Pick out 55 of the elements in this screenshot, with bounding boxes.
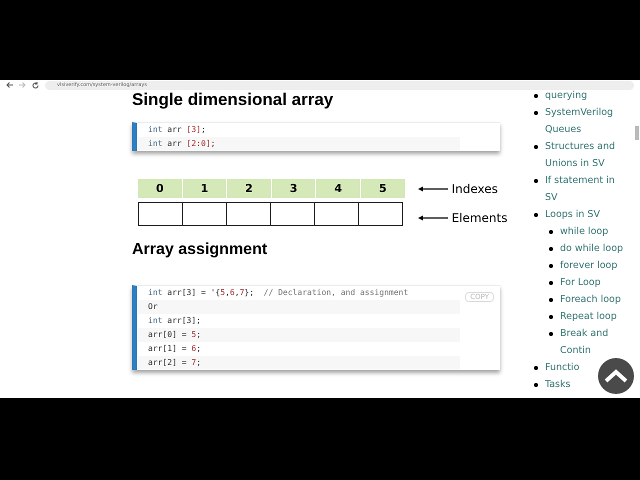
code-line: int arr[3] = '{5,6,7}; // Declaration, and assignment — [147, 287, 410, 299]
diagram-label: Elements — [452, 210, 508, 224]
element-cell — [314, 202, 358, 226]
section-heading: Single dimensional array — [132, 90, 334, 110]
element-cell — [270, 202, 314, 226]
index-cell: 0 — [138, 179, 183, 198]
element-cell — [182, 202, 226, 226]
scroll-to-top-button[interactable] — [598, 358, 634, 394]
bullet-icon — [549, 281, 553, 285]
sidebar-link[interactable]: Functio — [545, 359, 580, 376]
sidebar-link[interactable]: If statement in SV — [545, 172, 619, 206]
sidebar-link[interactable]: Repeat loop — [560, 308, 617, 325]
bullet-icon — [534, 213, 538, 217]
bullet-icon — [534, 94, 538, 98]
bullet-icon — [534, 179, 538, 183]
sidebar-link[interactable]: For Loop — [560, 274, 601, 291]
sidebar-link[interactable]: Structures and Unions in SV — [545, 138, 619, 172]
code-line: int arr [3]; — [147, 124, 207, 136]
bullet-icon — [549, 315, 553, 319]
section-heading: Array assignment — [132, 241, 268, 259]
diagram-label: Indexes — [452, 182, 498, 196]
sidebar-link[interactable]: Break and Contin — [560, 325, 632, 359]
sidebar-link[interactable]: while loop — [560, 223, 608, 240]
index-cell: 4 — [316, 179, 361, 198]
index-cell: 1 — [182, 179, 228, 198]
sidebar-link[interactable]: SystemVerilog Queues — [545, 104, 619, 138]
code-line: arr[1] = 6; — [147, 343, 202, 355]
arrow-icon — [418, 214, 448, 220]
code-line: int arr[3]; — [147, 315, 202, 327]
element-cell — [226, 202, 270, 226]
element-cell — [358, 202, 403, 226]
bullet-icon — [549, 230, 553, 234]
bullet-icon — [534, 145, 538, 149]
bullet-icon — [549, 264, 553, 268]
bullet-icon — [534, 111, 538, 115]
reload-icon[interactable] — [32, 82, 39, 88]
arrow-icon — [418, 186, 448, 192]
scrollbar-thumb[interactable] — [635, 126, 639, 140]
bullet-icon — [549, 332, 553, 336]
sidebar-link[interactable]: Loops in SV — [545, 206, 600, 223]
bullet-icon — [549, 247, 553, 251]
sidebar-link[interactable]: Foreach loop — [560, 291, 621, 308]
back-icon[interactable] — [6, 82, 13, 88]
index-cell: 5 — [360, 179, 406, 198]
bullet-icon — [534, 383, 538, 387]
sidebar-link[interactable]: querying — [545, 90, 588, 104]
sidebar-link[interactable]: do while loop — [560, 240, 624, 257]
index-cell: 3 — [272, 179, 316, 198]
bullet-icon — [534, 366, 538, 370]
index-cell: 2 — [227, 179, 272, 198]
sidebar-link[interactable]: Tasks — [545, 376, 570, 393]
bullet-icon — [549, 298, 553, 302]
chevron-up-icon — [603, 368, 629, 384]
sidebar-link[interactable]: forever loop — [560, 257, 618, 274]
element-cell — [138, 202, 182, 226]
